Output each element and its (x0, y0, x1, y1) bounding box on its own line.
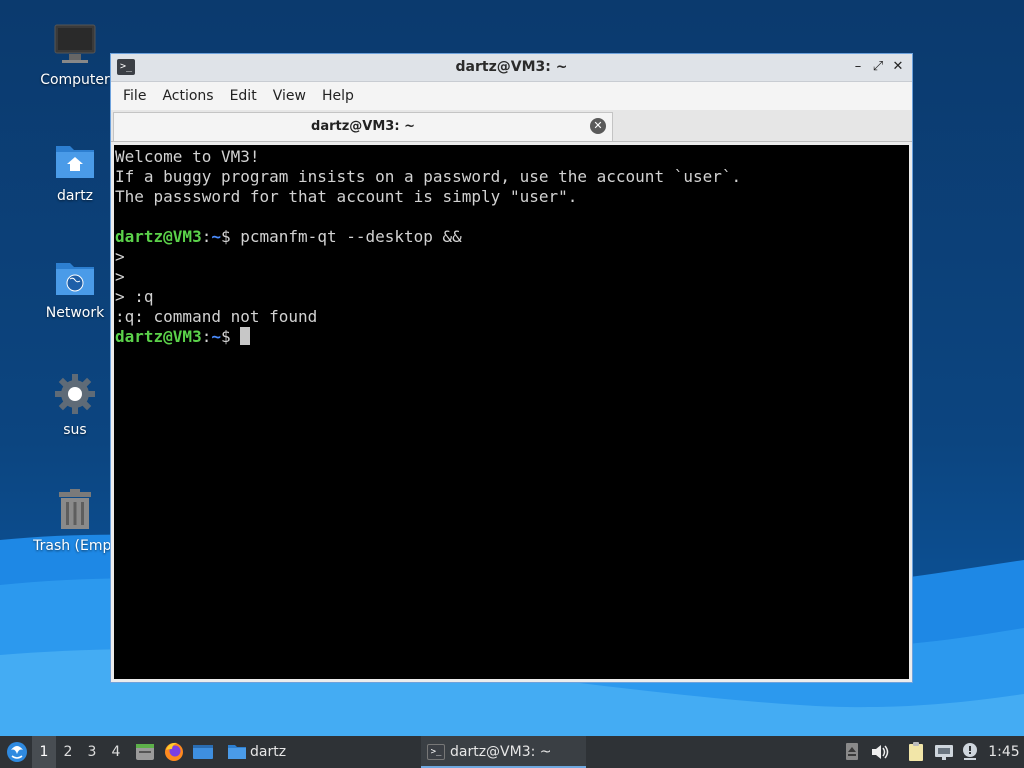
terminal-command: pcmanfm-qt --desktop && (240, 227, 462, 246)
menu-view[interactable]: View (265, 88, 314, 104)
prompt-separator: : (201, 327, 212, 346)
clipboard-button[interactable] (904, 736, 928, 768)
computer-icon (54, 24, 96, 63)
prompt-path: ~ (211, 227, 221, 246)
tab-close-icon[interactable]: ✕ (590, 118, 606, 134)
home-folder-icon (56, 146, 94, 178)
maximize-button[interactable]: ⤢ (870, 59, 886, 75)
tab-label: dartz@VM3: ~ (311, 119, 415, 134)
close-button[interactable]: ✕ (890, 59, 906, 75)
terminal-prompt-line: dartz@VM3:~$ (115, 327, 909, 347)
start-menu-button[interactable] (2, 736, 32, 768)
terminal-line: > (115, 247, 125, 266)
menu-file[interactable]: File (115, 88, 154, 104)
show-desktop-button[interactable] (190, 736, 216, 768)
gear-icon (55, 374, 95, 414)
terminal-output[interactable]: Welcome to VM3! If a buggy program insis… (114, 145, 909, 679)
prompt-user: dartz@VM3 (115, 227, 202, 246)
taskbar-task-label: dartz (250, 744, 287, 760)
terminal-error-line: :q: command not found (115, 307, 318, 326)
taskbar: 1 2 3 4 dartz >_ dartz@VM3: ~ 1:45 (0, 736, 1024, 768)
menu-edit[interactable]: Edit (222, 88, 265, 104)
terminal-icon: >_ (427, 744, 445, 760)
file-manager-icon (136, 744, 154, 760)
terminal-line: Welcome to VM3! (115, 147, 260, 166)
prompt-dollar: $ (220, 227, 241, 246)
terminal-line: > (115, 267, 125, 286)
window-titlebar[interactable]: >_ dartz@VM3: ~ – ⤢ ✕ (111, 54, 912, 82)
file-manager-launcher[interactable] (132, 736, 158, 768)
clock[interactable]: 1:45 (986, 736, 1022, 768)
tab-terminal[interactable]: dartz@VM3: ~ ✕ (113, 112, 613, 141)
notification-icon (963, 743, 977, 760)
taskbar-task-label: dartz@VM3: ~ (450, 744, 552, 760)
volume-button[interactable] (868, 736, 892, 768)
eject-icon (846, 743, 858, 760)
tab-bar: dartz@VM3: ~ ✕ (111, 110, 912, 142)
workspace-3[interactable]: 3 (80, 736, 104, 768)
prompt-dollar: $ (220, 327, 241, 346)
network-status[interactable] (932, 736, 956, 768)
firefox-launcher[interactable] (161, 736, 187, 768)
prompt-path: ~ (211, 327, 221, 346)
terminal-window[interactable]: >_ dartz@VM3: ~ – ⤢ ✕ File Actions Edit … (110, 53, 913, 683)
notification-button[interactable] (958, 736, 982, 768)
terminal-line: > :q (115, 287, 154, 306)
firefox-icon (165, 742, 183, 761)
clipboard-icon (909, 742, 923, 761)
volume-icon (872, 745, 889, 759)
trash-icon (59, 489, 91, 529)
menu-actions[interactable]: Actions (154, 88, 221, 104)
terminal-cursor (240, 327, 251, 345)
window-title: dartz@VM3: ~ (455, 59, 568, 75)
prompt-separator: : (201, 227, 212, 246)
terminal-prompt-line: dartz@VM3:~$ pcmanfm-qt --desktop && (115, 227, 909, 247)
network-icon (935, 745, 953, 760)
terminal-line: If a buggy program insists on a password… (115, 167, 742, 186)
terminal-line: The passsword for that account is simply… (115, 187, 578, 206)
eject-button[interactable] (842, 736, 862, 768)
folder-icon (228, 745, 246, 759)
workspace-1[interactable]: 1 (32, 736, 56, 768)
prompt-user: dartz@VM3 (115, 327, 202, 346)
menu-help[interactable]: Help (314, 88, 362, 104)
menu-bar: File Actions Edit View Help (111, 82, 912, 110)
minimize-button[interactable]: – (850, 59, 866, 75)
workspace-2[interactable]: 2 (56, 736, 80, 768)
taskbar-folder-task[interactable]: dartz (222, 736, 312, 768)
show-desktop-icon (193, 745, 213, 759)
network-folder-icon (56, 263, 94, 295)
workspace-4[interactable]: 4 (104, 736, 128, 768)
lxqt-logo-icon (7, 742, 27, 762)
taskbar-active-task[interactable]: >_ dartz@VM3: ~ (421, 736, 586, 768)
